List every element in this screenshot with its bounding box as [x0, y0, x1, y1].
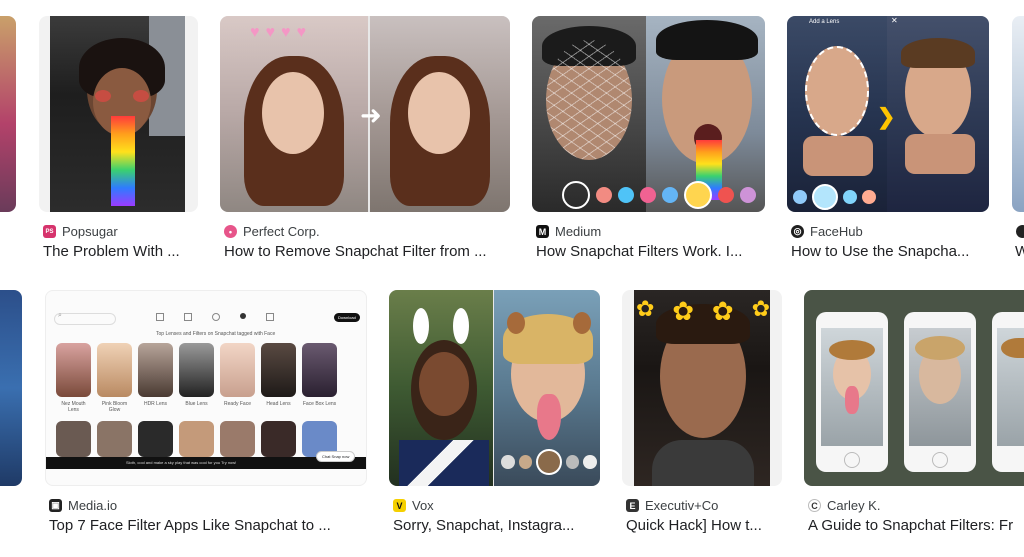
source-name: Perfect Corp.: [243, 224, 320, 239]
executiv-co-favicon-icon: E: [626, 499, 639, 512]
heart-filter-icons: ♥ ♥ ♥ ♥: [250, 24, 306, 41]
result-thumbnail[interactable]: ❯ Add a Lens ✕: [787, 16, 989, 212]
result-source[interactable]: ▣ Media.io: [49, 498, 117, 513]
result-source[interactable]: E Executiv+Co: [626, 498, 718, 513]
result-thumbnail[interactable]: ⌕ Download Top Lenses and Filters on Sna…: [45, 290, 367, 486]
result-title[interactable]: Top 7 Face Filter Apps Like Snapchat to …: [49, 517, 367, 534]
carley-k-favicon-icon: C: [808, 499, 821, 512]
vox-favicon-icon: V: [393, 499, 406, 512]
result-source[interactable]: ◎ FaceHub: [791, 224, 863, 239]
perfect-corp-favicon-icon: •: [224, 225, 237, 238]
medium-favicon-icon: M: [536, 225, 549, 238]
result-thumbnail[interactable]: [804, 290, 1024, 486]
search-icon: ⌕: [58, 312, 62, 319]
result-thumbnail[interactable]: [39, 16, 198, 212]
source-name: Medium: [555, 224, 602, 239]
chevron-right-icon: ❯: [877, 104, 896, 129]
mediaio-favicon-icon: ▣: [49, 499, 62, 512]
result-title[interactable]: The Problem With ...: [43, 243, 203, 260]
butterfly-crown: ✿ ✿ ✿ ✿: [636, 296, 770, 326]
result-title[interactable]: Sorry, Snapchat, Instagra...: [393, 517, 599, 534]
result-thumbnail[interactable]: [532, 16, 765, 212]
source-name: Vox: [412, 498, 434, 513]
popsugar-favicon-icon: PS: [43, 225, 56, 238]
result-thumbnail[interactable]: ♥ ♥ ♥ ♥ ➜: [220, 16, 510, 212]
result-source[interactable]: C Carley K.: [808, 498, 880, 513]
result-title[interactable]: How Snapchat Filters Work. I...: [536, 243, 766, 260]
source-name: FaceHub: [810, 224, 863, 239]
result-thumbnail[interactable]: ✿ ✿ ✿ ✿: [622, 290, 782, 486]
phone-mockup-2: [904, 312, 976, 472]
lens-grid-second-row[interactable]: [56, 421, 356, 457]
result-title[interactable]: W: [1015, 243, 1024, 260]
source-name: Media.io: [68, 498, 118, 513]
result-thumbnail[interactable]: [0, 16, 16, 212]
close-icon: ✕: [891, 16, 898, 25]
footer-text: Sloth, cool and make a sky play that was…: [126, 460, 237, 465]
result-source[interactable]: M Medium: [536, 224, 601, 239]
source-name: Carley K.: [827, 498, 881, 513]
phone-mockup-3: [992, 312, 1024, 472]
app-toolbar: [156, 313, 274, 321]
result-thumbnail[interactable]: [1012, 16, 1024, 212]
arrow-right-icon: ➜: [360, 100, 382, 130]
search-input[interactable]: ⌕: [54, 312, 116, 325]
lens-carousel[interactable]: [501, 449, 597, 475]
result-thumbnail[interactable]: [0, 290, 22, 486]
lens-grid[interactable]: [56, 343, 356, 397]
lens-carousel[interactable]: [562, 181, 762, 209]
result-title[interactable]: Quick Hack] How t...: [626, 517, 782, 534]
lenses-banner: Top Lenses and Filters on Snapchat tagge…: [156, 331, 276, 337]
source-name: Executiv+Co: [645, 498, 719, 513]
result-source[interactable]: V Vox: [393, 498, 434, 513]
lens-carousel[interactable]: [793, 184, 893, 210]
phone-mockup-1: [816, 312, 888, 472]
add-lens-label: Add a Lens: [809, 19, 840, 25]
result-title[interactable]: A Guide to Snapchat Filters: Fr: [808, 517, 1024, 534]
download-button[interactable]: Download: [334, 313, 360, 322]
result-thumbnail[interactable]: [389, 290, 600, 486]
result-source[interactable]: • Perfect Corp.: [224, 224, 320, 239]
result-source[interactable]: PS Popsugar: [43, 224, 118, 239]
result-title[interactable]: How to Remove Snapchat Filter from ...: [224, 243, 514, 260]
lens-label-row: Nez Mouth Lens Pink Bloom Glow HDR Lens …: [61, 401, 337, 413]
result-title[interactable]: How to Use the Snapcha...: [791, 243, 989, 260]
source-name: Popsugar: [62, 224, 118, 239]
partial-favicon-icon: [1016, 225, 1024, 238]
chat-toast[interactable]: Chat Snap now: [316, 451, 356, 462]
facehub-favicon-icon: ◎: [791, 225, 804, 238]
